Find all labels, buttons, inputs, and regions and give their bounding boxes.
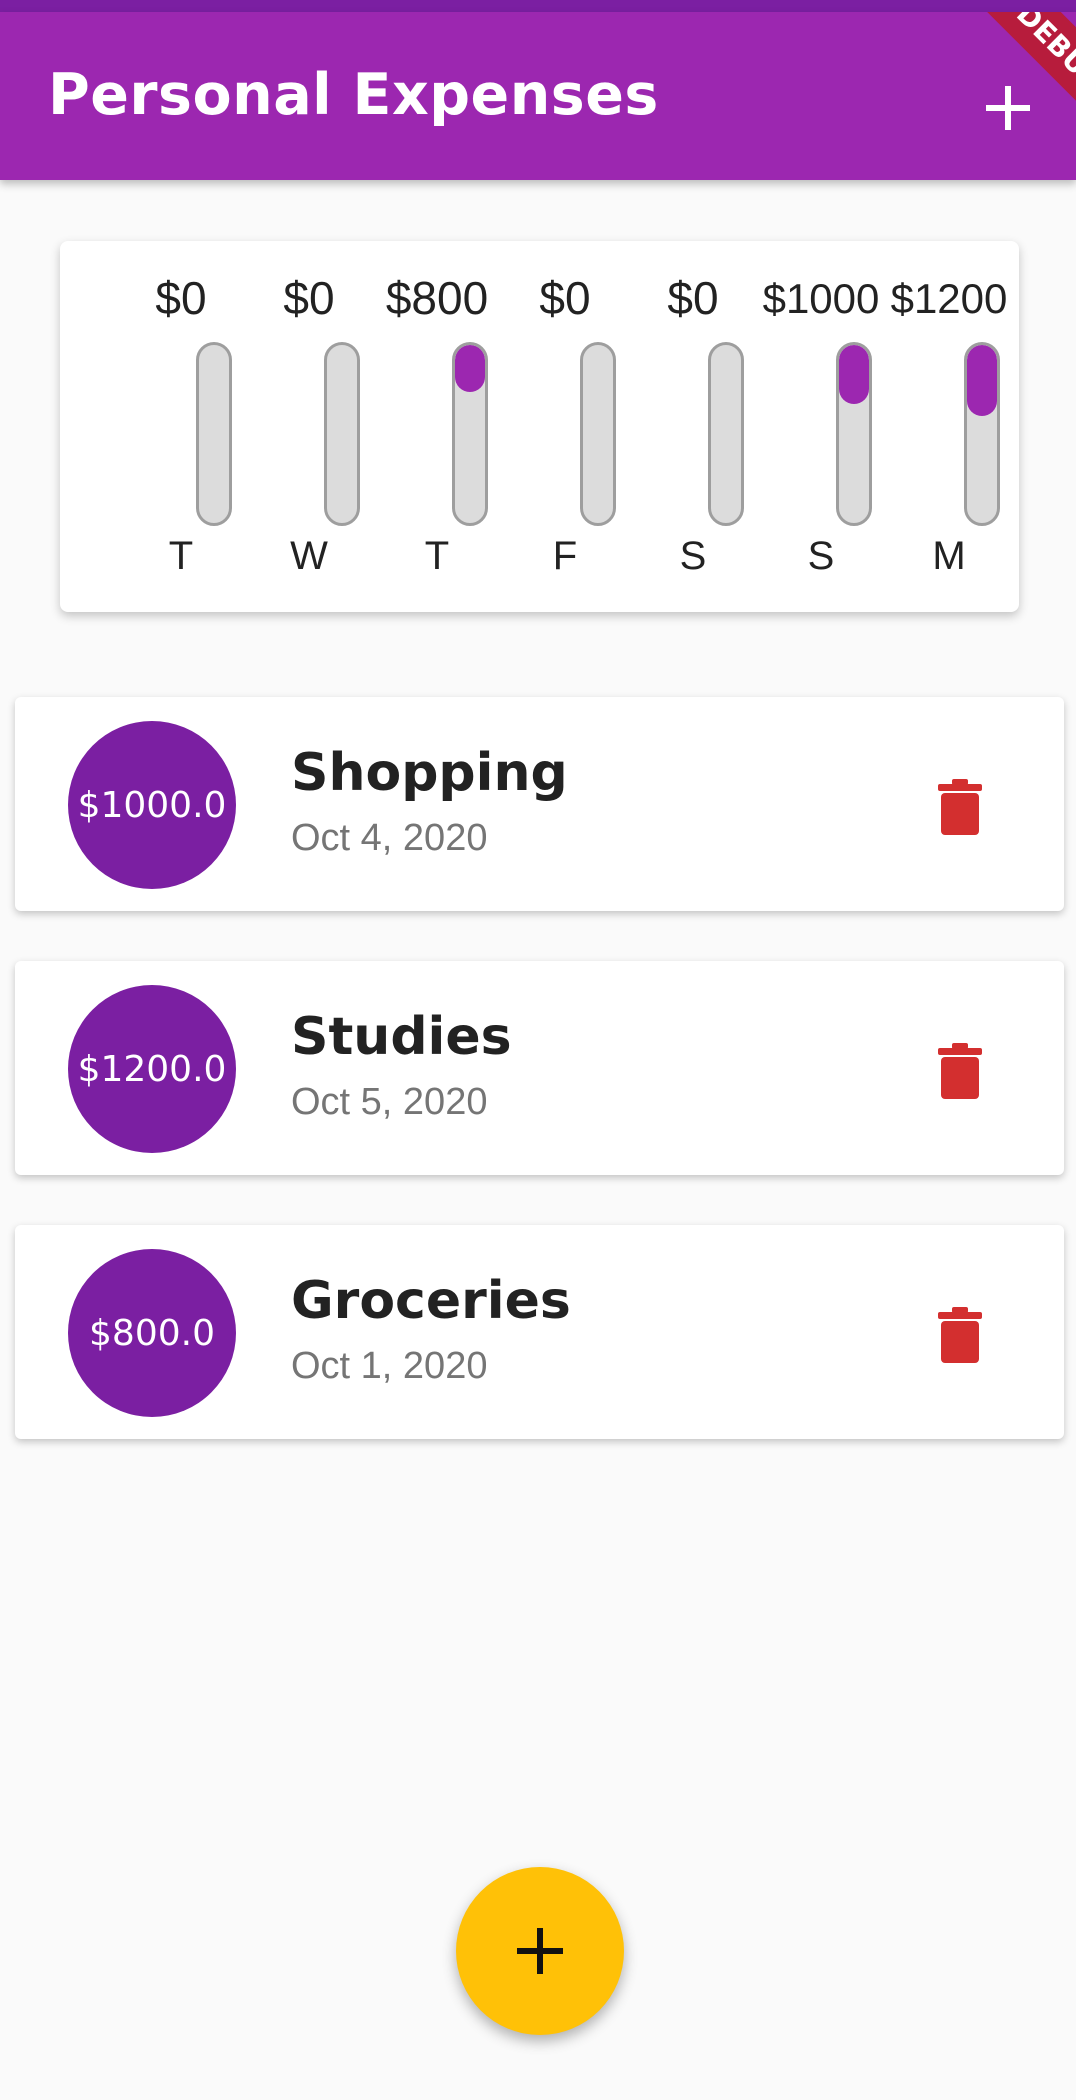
transaction-date: Oct 4, 2020	[291, 817, 488, 859]
bar-track	[964, 342, 1000, 526]
trash-icon	[938, 1043, 982, 1099]
transaction-title: Studies	[291, 1007, 512, 1067]
chart-bar-6: $1200 M	[885, 241, 1013, 612]
transaction-card: $800.0 Groceries Oct 1, 2020	[15, 1225, 1064, 1439]
amount-avatar: $1200.0	[68, 985, 236, 1153]
bar-day-label: S	[807, 534, 835, 578]
bar-track	[836, 342, 872, 526]
bar-day-label: T	[424, 534, 450, 578]
add-transaction-button[interactable]	[968, 68, 1048, 148]
delete-button[interactable]	[915, 767, 1005, 847]
chart-bar-2: $800 T	[373, 241, 501, 612]
transaction-date: Oct 5, 2020	[291, 1081, 488, 1123]
amount-avatar: $800.0	[68, 1249, 236, 1417]
app-bar: Personal Expenses DEBUG	[0, 12, 1076, 180]
bar-track	[452, 342, 488, 526]
bar-track	[324, 342, 360, 526]
transaction-title: Groceries	[291, 1271, 571, 1331]
transaction-title: Shopping	[291, 743, 568, 803]
bar-fill	[967, 345, 997, 417]
bar-day-label: W	[290, 534, 328, 578]
bar-track	[580, 342, 616, 526]
transaction-card: $1000.0 Shopping Oct 4, 2020	[15, 697, 1064, 911]
bar-amount-label: $1200	[890, 275, 1008, 322]
bar-track	[196, 342, 232, 526]
delete-button[interactable]	[915, 1031, 1005, 1111]
chart-bar-0: $0 T	[117, 241, 245, 612]
transaction-card: $1200.0 Studies Oct 5, 2020	[15, 961, 1064, 1175]
chart-bar-5: $1000 S	[757, 241, 885, 612]
bar-amount-label: $800	[385, 272, 489, 324]
plus-icon	[986, 86, 1030, 130]
add-transaction-fab[interactable]	[456, 1867, 624, 2035]
bar-day-label: F	[552, 534, 578, 578]
bar-amount-label: $0	[667, 272, 719, 324]
bar-amount-label: $0	[283, 272, 335, 324]
delete-button[interactable]	[915, 1295, 1005, 1375]
trash-icon	[938, 779, 982, 835]
plus-icon	[517, 1928, 563, 1974]
status-bar	[0, 0, 1076, 12]
bar-track	[708, 342, 744, 526]
bar-amount-label: $0	[155, 272, 207, 324]
bar-amount-label: $1000	[762, 275, 880, 322]
bar-fill	[839, 345, 869, 405]
trash-icon	[938, 1307, 982, 1363]
bar-day-label: T	[168, 534, 194, 578]
chart-bar-1: $0 W	[245, 241, 373, 612]
chart-bar-3: $0 F	[501, 241, 629, 612]
bar-fill	[455, 345, 485, 393]
app-title: Personal Expenses	[48, 62, 659, 128]
bar-amount-label: $0	[539, 272, 591, 324]
bar-day-label: M	[932, 534, 966, 578]
chart-bar-4: $0 S	[629, 241, 757, 612]
amount-avatar: $1000.0	[68, 721, 236, 889]
transaction-date: Oct 1, 2020	[291, 1345, 488, 1387]
weekly-chart-card: $0 T $0 W $800 T $0 F $0 S $1000 S $1200…	[60, 241, 1019, 612]
bar-day-label: S	[679, 534, 707, 578]
